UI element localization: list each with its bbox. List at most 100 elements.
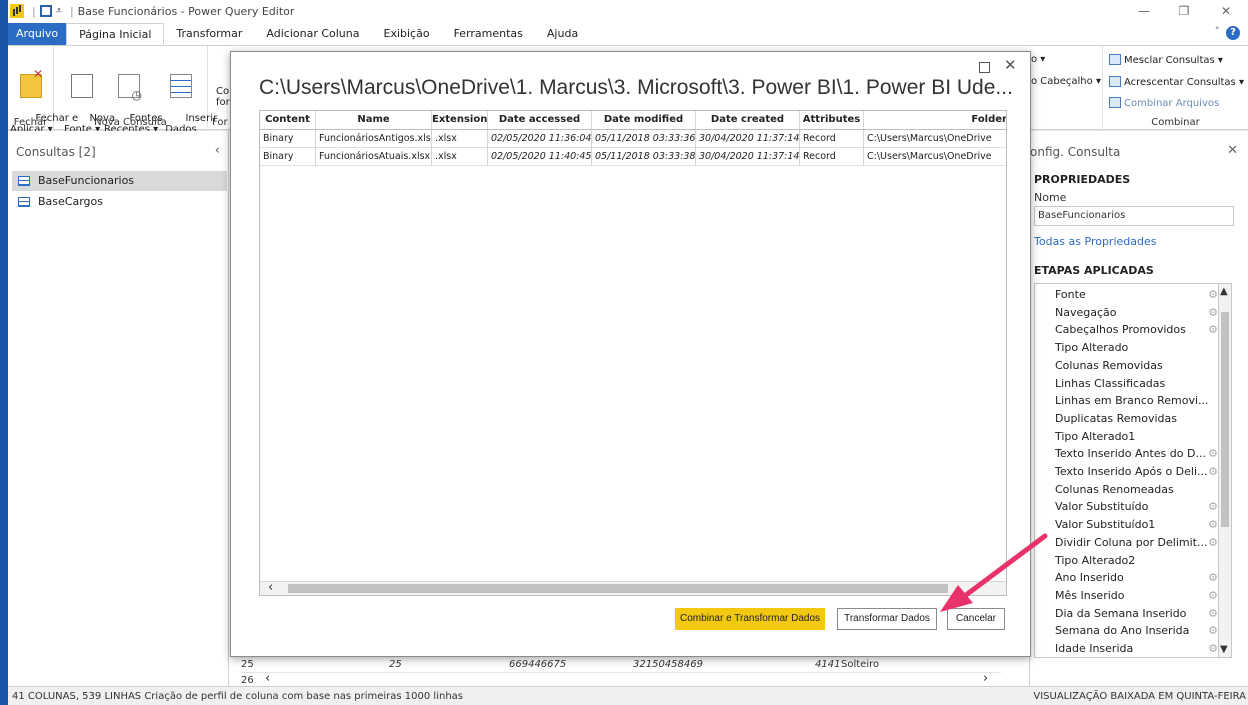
collapse-ribbon-icon[interactable]: ˄ [1215,25,1221,38]
enter-data-icon [170,74,192,98]
step-settings-gear-icon[interactable]: ⚙ [1208,642,1218,655]
step-settings-gear-icon[interactable]: ⚙ [1208,288,1218,301]
grid-cell: Solteiro [841,659,880,670]
grid-cell: 4141 [815,659,841,670]
scroll-left-icon[interactable]: ‹ [265,671,270,686]
query-item-basecargos[interactable]: BaseCargos [12,192,227,212]
tab-adicionar-coluna[interactable]: Adicionar Coluna [254,23,371,45]
applied-step[interactable]: Duplicatas Removidas [1055,412,1220,425]
tab-ferramentas[interactable]: Ferramentas [442,23,535,45]
steps-scrollbar[interactable]: ▲ ▼ [1218,283,1232,658]
column-header[interactable]: Date accessed [488,111,592,129]
separator: | [32,4,36,18]
applied-step[interactable]: Linhas Classificadas [1055,377,1220,390]
applied-step-label: Dia da Semana Inserido [1055,606,1187,620]
maximize-icon[interactable] [979,62,990,73]
applied-step[interactable]: Texto Inserido Após o Deli... ⚙ [1055,465,1220,478]
collapse-queries-icon[interactable]: ‹ [215,143,220,158]
applied-step-label: Tipo Alterado2 [1055,553,1136,567]
applied-step[interactable]: Tipo Alterado2 [1055,554,1220,567]
applied-step[interactable]: Valor Substituído1 ⚙ [1055,518,1220,531]
use-first-row-headers-button[interactable]: o Cabeçalho ▾ [1031,76,1101,87]
tab-ajuda[interactable]: Ajuda [535,23,590,45]
group-combinar: Mesclar Consultas ▾ Acrescentar Consulta… [1102,46,1248,130]
applied-step[interactable]: Texto Inserido Antes do D... ⚙ [1055,447,1220,460]
restore-button[interactable]: ❐ [1166,0,1202,22]
group-nova-consulta: Nova Fonte ▾ Fontes Recentes ▾ Inserir D… [54,46,217,135]
step-settings-gear-icon[interactable]: ⚙ [1208,536,1218,549]
step-settings-gear-icon[interactable]: ⚙ [1208,323,1218,336]
step-settings-gear-icon[interactable]: ⚙ [1208,500,1218,513]
applied-step[interactable]: Fonte ⚙ [1055,288,1220,301]
step-settings-gear-icon[interactable]: ⚙ [1208,589,1218,602]
scroll-left-icon[interactable]: ‹ [268,580,273,595]
column-header[interactable]: Date modified [592,111,696,129]
applied-step[interactable]: Tipo Alterado [1055,341,1220,354]
applied-steps-list: Fonte ⚙ Navegação ⚙ Cabeçalhos Promovidos ⚙ Ti… [1034,283,1222,658]
tab-transformar[interactable]: Transformar [164,23,254,45]
applied-step-label: Colunas Renomeadas [1055,482,1174,496]
step-settings-gear-icon[interactable]: ⚙ [1208,465,1218,478]
cancel-button[interactable]: Cancelar [947,608,1005,630]
step-settings-gear-icon[interactable]: ⚙ [1208,447,1218,460]
applied-step[interactable]: Dia da Semana Inserido ⚙ [1055,607,1220,620]
applied-step[interactable]: Ano Inserido ⚙ [1055,571,1220,584]
query-item-basefuncionarios[interactable]: BaseFuncionarios [12,171,227,191]
applied-step-label: Idade Inserida [1055,642,1134,655]
applied-step[interactable]: Semana do Ano Inserida ⚙ [1055,624,1220,637]
partial-dropdown-label[interactable]: o ▾ [1031,54,1045,65]
combinar-arquivos-button[interactable]: Combinar Arquivos [1109,97,1219,109]
applied-step[interactable]: Linhas em Branco Removi... [1055,394,1220,407]
horizontal-scrollbar[interactable]: ‹ [260,580,1006,595]
applied-step[interactable]: Valor Substituído ⚙ [1055,500,1220,513]
close-window-button[interactable]: ✕ [1208,0,1244,22]
applied-step[interactable]: Tipo Alterado1 [1055,430,1220,443]
quick-access-dropdown-icon[interactable]: ⩡ [56,4,62,18]
merge-icon [1109,54,1121,65]
applied-step[interactable]: Mês Inserido ⚙ [1055,589,1220,602]
applied-step-label: Valor Substituído [1055,500,1149,514]
close-icon[interactable]: ✕ [1227,143,1238,158]
step-settings-gear-icon[interactable]: ⚙ [1208,571,1218,584]
table-row[interactable]: Binary FuncionáriosAtuais.xlsx .xlsx 02/05/… [260,148,1006,166]
transform-data-button[interactable]: Transformar Dados [837,608,937,630]
scrollbar-thumb[interactable] [1221,312,1229,527]
column-header[interactable]: Content [260,111,316,129]
scroll-up-icon[interactable]: ▲ [1220,286,1228,297]
step-settings-gear-icon[interactable]: ⚙ [1208,518,1218,531]
column-header[interactable]: Name [316,111,432,129]
tab-pagina-inicial[interactable]: Página Inicial [66,23,165,45]
scroll-down-icon[interactable]: ▼ [1220,644,1228,655]
table-cell: 05/11/2018 03:33:38 [592,148,696,166]
applied-step[interactable]: Idade Inserida ⚙ [1055,642,1220,655]
combine-transform-button[interactable]: Combinar e Transformar Dados [675,608,825,630]
step-settings-gear-icon[interactable]: ⚙ [1208,624,1218,637]
tab-arquivo[interactable]: Arquivo [8,23,67,45]
name-label: Nome [1034,191,1067,204]
step-settings-gear-icon[interactable]: ⚙ [1208,607,1218,620]
column-header[interactable]: Attributes [800,111,864,129]
table-cell: .xlsx [432,148,488,166]
column-header[interactable]: Extension [432,111,488,129]
save-icon[interactable] [39,5,52,17]
scroll-right-icon[interactable]: › [983,671,988,686]
acrescentar-consultas-button[interactable]: Acrescentar Consultas ▾ [1109,76,1244,88]
mesclar-consultas-button[interactable]: Mesclar Consultas ▾ [1109,54,1223,66]
column-header[interactable]: Date created [696,111,800,129]
column-header[interactable]: Folder [864,111,1006,129]
help-icon[interactable]: ? [1226,26,1240,40]
query-name-input[interactable]: BaseFuncionarios [1034,206,1234,226]
applied-step[interactable]: Navegação ⚙ [1055,306,1220,319]
grid-cell: 669446675 [509,659,567,670]
all-properties-link[interactable]: Todas as Propriedades [1034,235,1156,248]
close-dialog-icon[interactable]: ✕ [1004,56,1017,74]
table-row[interactable]: Binary FuncionáriosAntigos.xlsx .xlsx 02/05… [260,130,1006,148]
step-settings-gear-icon[interactable]: ⚙ [1208,306,1218,319]
applied-step[interactable]: Colunas Renomeadas [1055,483,1220,496]
minimize-button[interactable]: — [1126,0,1162,22]
tab-exibicao[interactable]: Exibição [372,23,442,45]
applied-step[interactable]: Cabeçalhos Promovidos ⚙ [1055,323,1220,336]
applied-step[interactable]: Colunas Removidas [1055,359,1220,372]
scrollbar-thumb[interactable] [288,584,948,593]
applied-step[interactable]: Dividir Coluna por Delimit... ⚙ [1055,536,1220,549]
